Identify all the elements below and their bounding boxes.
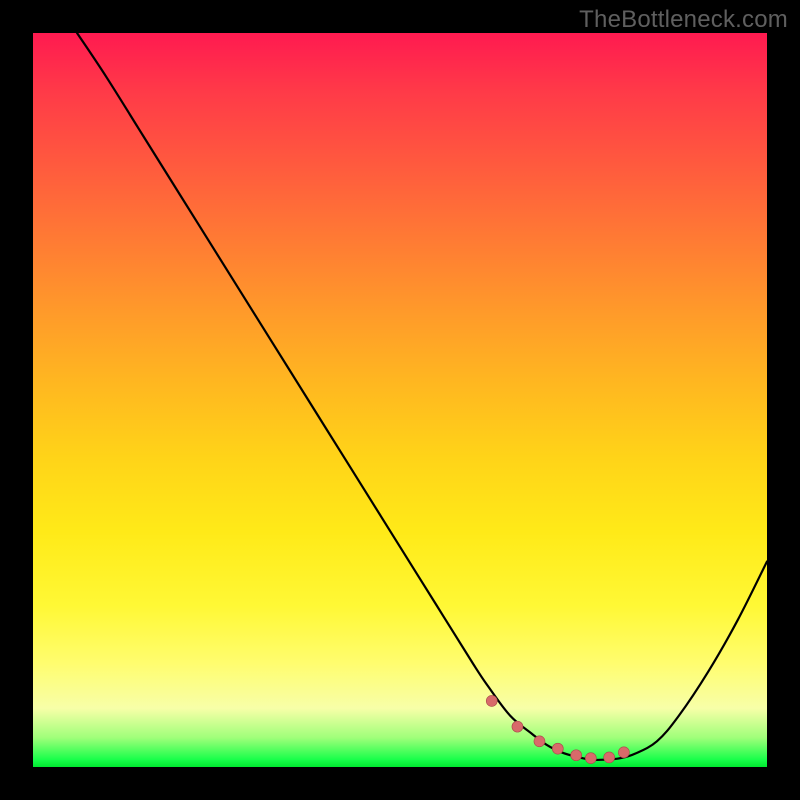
plot-area bbox=[33, 33, 767, 767]
marker-dot bbox=[585, 753, 596, 764]
watermark-text: TheBottleneck.com bbox=[579, 6, 788, 34]
marker-dot bbox=[534, 736, 545, 747]
marker-dot bbox=[604, 752, 615, 763]
marker-dot bbox=[512, 721, 523, 732]
marker-dot bbox=[552, 743, 563, 754]
chart-frame: TheBottleneck.com bbox=[0, 0, 800, 800]
bottleneck-curve bbox=[77, 33, 767, 760]
marker-dot bbox=[486, 695, 497, 706]
marker-dot bbox=[618, 747, 629, 758]
curve-svg bbox=[33, 33, 767, 767]
marker-dot bbox=[571, 750, 582, 761]
marker-group bbox=[486, 695, 629, 763]
